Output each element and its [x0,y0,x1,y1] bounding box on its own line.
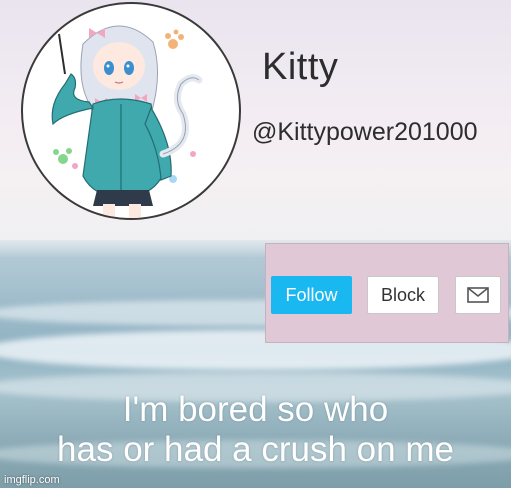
message-button[interactable] [455,276,501,314]
block-button[interactable]: Block [367,276,439,314]
follow-button[interactable]: Follow [271,276,352,314]
username: @Kittypower201000 [252,118,478,146]
announcement-template: Kitty @Kittypower201000 Follow Block I'm… [0,0,511,488]
caption-text: I'm bored so who has or had a crush on m… [0,390,511,470]
caption-line: has or had a crush on me [57,430,454,469]
avatar [21,2,241,220]
caption-line: I'm bored so who [122,390,389,429]
envelope-icon [467,287,489,303]
avatar-illustration [51,25,203,218]
display-name: Kitty [262,46,339,88]
watermark: imgflip.com [4,474,60,486]
